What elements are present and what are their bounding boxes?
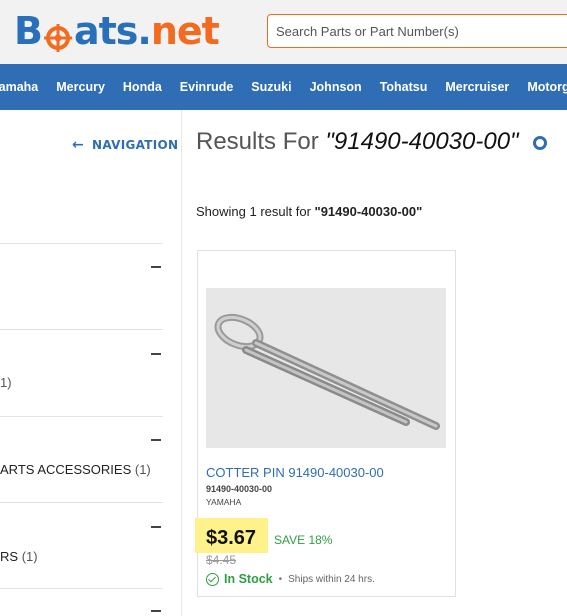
nav-item-yamaha[interactable]: Yamaha [0, 80, 47, 94]
facet-option-count: (1) [21, 549, 38, 564]
product-save-badge: SAVE 18% [274, 533, 333, 547]
navigation-label: NAVIGATION [92, 138, 179, 152]
product-image[interactable] [206, 288, 446, 448]
facet-option-count: 1) [0, 375, 12, 390]
collapse-minus-icon[interactable] [151, 353, 161, 355]
nav-item-evinrude[interactable]: Evinrude [171, 80, 243, 94]
collapse-minus-icon[interactable] [151, 526, 161, 528]
site-header: B ats. net [0, 0, 567, 64]
nav-item-honda[interactable]: Honda [114, 80, 171, 94]
collapse-minus-icon[interactable] [151, 266, 161, 268]
search-input[interactable] [267, 14, 567, 48]
results-count: Showing 1 result for "91490-40030-00" [196, 204, 422, 219]
nav-item-johnson[interactable]: Johnson [301, 80, 371, 94]
product-old-price: $4.45 [206, 553, 237, 567]
bullet-separator: • [278, 573, 283, 585]
facet-divider [0, 243, 163, 244]
nav-item-mercruiser[interactable]: Mercruiser [436, 80, 518, 94]
results-title-query: "91490-40030-00" [325, 128, 519, 155]
collapse-minus-icon[interactable] [151, 610, 161, 612]
product-card[interactable]: COTTER PIN 91490-40030-00 91490-40030-00… [195, 250, 456, 597]
stock-status: In Stock • Ships within 24 hrs. [206, 572, 375, 586]
arrow-left-icon: ← [72, 137, 85, 153]
product-title-link[interactable]: COTTER PIN 91490-40030-00 [206, 465, 384, 480]
stock-label: In Stock [224, 572, 273, 586]
facet-option-label: ARTS ACCESSORIES [0, 462, 132, 477]
check-circle-icon [206, 572, 219, 586]
product-brand: YAMAHA [206, 497, 242, 507]
facet-option[interactable]: RS (1) [0, 549, 38, 564]
navigation-link[interactable]: ← NAVIGATION [72, 137, 178, 153]
boats-net-logo[interactable]: B ats. net [14, 8, 220, 54]
logo-text-ats: ats. [73, 9, 152, 53]
collapse-minus-icon[interactable] [151, 439, 161, 441]
page-title: Results For "91490-40030-00" [196, 128, 548, 156]
loading-ring-icon [533, 135, 548, 150]
facet-divider [0, 502, 163, 503]
facet-option-count: (1) [134, 462, 151, 477]
logo-text-b: B [14, 9, 43, 53]
nav-item-motorguide[interactable]: Motorguide [518, 80, 567, 94]
facet-divider [0, 416, 163, 417]
results-title-prefix: Results For [196, 128, 319, 155]
ship-wheel-icon [43, 18, 73, 52]
results-count-query: "91490-40030-00" [314, 204, 423, 219]
nav-item-mercury[interactable]: Mercury [47, 80, 114, 94]
brand-nav-bar: Yamaha Mercury Honda Evinrude Suzuki Joh… [0, 64, 567, 110]
facet-option[interactable]: ARTS ACCESSORIES (1) [0, 462, 151, 477]
facet-divider [0, 588, 163, 589]
nav-item-tohatsu[interactable]: Tohatsu [371, 80, 437, 94]
product-part-number: 91490-40030-00 [206, 484, 273, 494]
filter-sidebar: ← NAVIGATION 1) ARTS ACCESSORIES (1) RS … [0, 110, 182, 616]
facet-divider [0, 329, 163, 330]
facet-option[interactable]: 1) [0, 375, 12, 390]
nav-item-suzuki[interactable]: Suzuki [242, 80, 300, 94]
product-price: $3.67 [206, 527, 257, 549]
shipping-note: Ships within 24 hrs. [288, 573, 375, 585]
results-count-prefix: Showing 1 result for [196, 204, 311, 219]
cotter-pin-illustration [206, 288, 446, 448]
logo-text-net: net [150, 9, 220, 53]
facet-option-label: RS [0, 549, 19, 564]
